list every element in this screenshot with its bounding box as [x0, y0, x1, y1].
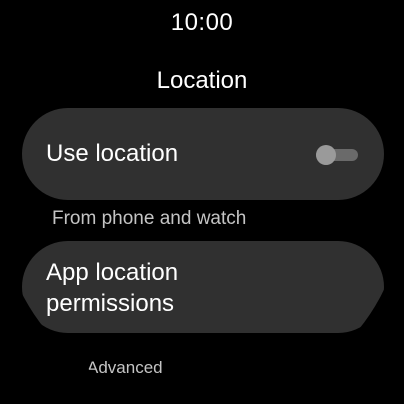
watch-screen: 10:00 Location Use location From phone a… [0, 0, 404, 404]
app-location-permissions-line2: permissions [46, 290, 175, 317]
section-note: From phone and watch [52, 208, 247, 229]
app-location-permissions-chip[interactable]: App location permissions [22, 241, 384, 333]
page-title: Location [156, 67, 248, 94]
use-location-chip[interactable]: Use location [22, 108, 384, 200]
advanced-section-label[interactable]: Advanced [87, 358, 163, 378]
status-time: 10:00 [170, 9, 234, 36]
use-location-label: Use location [46, 140, 179, 167]
app-location-permissions-label: App location permissions [46, 257, 178, 319]
app-location-permissions-line1: App location [46, 259, 179, 286]
use-location-toggle[interactable] [316, 145, 358, 165]
toggle-thumb [316, 145, 336, 165]
